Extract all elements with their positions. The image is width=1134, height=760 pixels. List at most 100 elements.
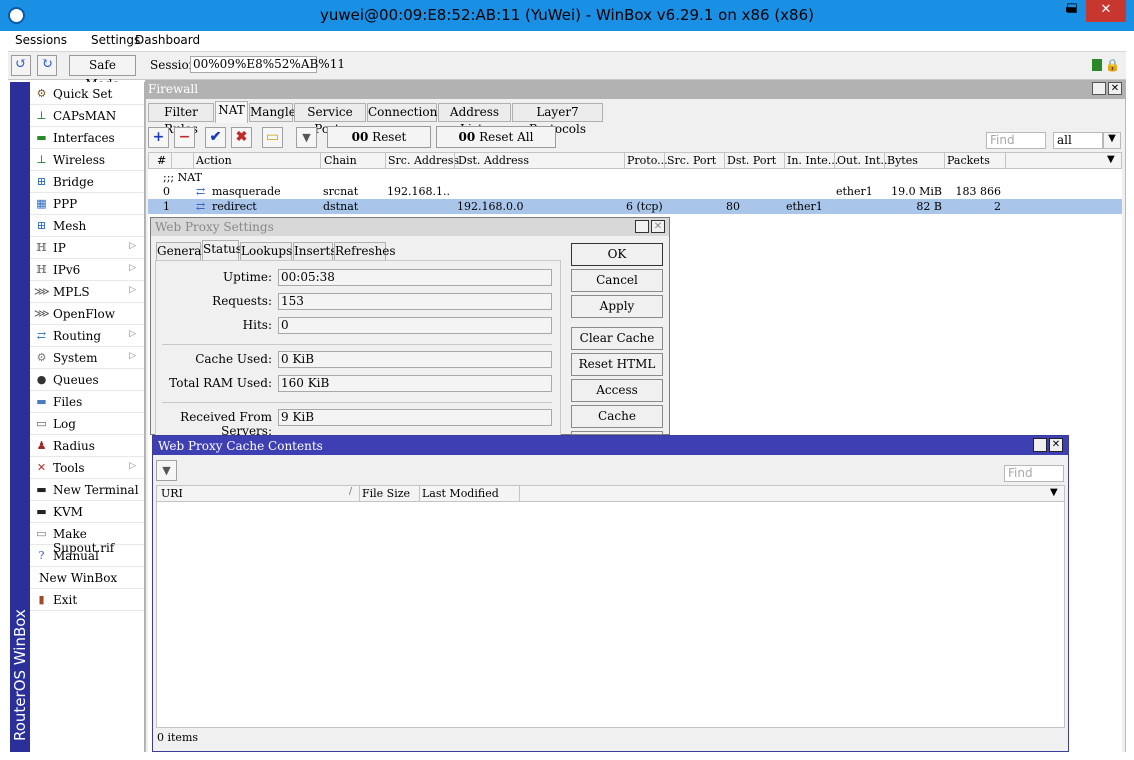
firewall-close-icon[interactable]: ✕ <box>1108 82 1122 95</box>
menu-sessions[interactable]: Sessions <box>15 33 67 47</box>
sidebar-item-manual[interactable]: ? Manual <box>30 545 144 567</box>
sidebar-item-capsman[interactable]: ⊥ CAPsMAN <box>30 105 144 127</box>
sidebar-item-ipv6[interactable]: ℍ IPv6 ▷ <box>30 259 144 281</box>
reset-all-counters-button[interactable]: 00 Reset All Counters <box>436 126 556 164</box>
enable-icon[interactable]: ✔ <box>205 127 226 148</box>
safe-mode-button[interactable]: Safe Mode <box>69 55 136 91</box>
table-row-comment[interactable]: ;;; NAT <box>148 170 1122 185</box>
disable-icon[interactable]: ✖ <box>231 127 252 148</box>
menu-settings[interactable]: Settings <box>91 33 140 47</box>
columns-menu-icon[interactable]: ▼ <box>1107 154 1115 165</box>
firewall-filter-select[interactable]: all <box>1053 132 1103 149</box>
cell-dport: 80 <box>726 200 740 213</box>
access-button[interactable]: Access <box>571 379 663 402</box>
sidebar-item-mesh[interactable]: ⊞ Mesh <box>30 215 144 237</box>
redo-button[interactable]: ↻ <box>37 55 57 76</box>
cache-filter-icon[interactable]: ▼ <box>156 460 177 481</box>
tab-mangle[interactable]: Mangle <box>249 103 296 122</box>
cache-contents-restore-icon[interactable] <box>1033 438 1047 452</box>
reset-counters-button[interactable]: 00 Reset Counters <box>327 126 431 164</box>
sidebar-item-log[interactable]: ▭ Log <box>30 413 144 435</box>
sidebar-item-interfaces[interactable]: ▬ Interfaces <box>30 127 144 149</box>
sidebar-item-kvm[interactable]: ▬ KVM <box>30 501 144 523</box>
col-num[interactable]: # <box>157 154 166 167</box>
sidebar-item-label: System <box>53 351 98 365</box>
remove-icon[interactable]: − <box>174 127 195 148</box>
cache-button[interactable]: Cache <box>571 405 663 428</box>
clear-cache-button[interactable]: Clear Cache <box>571 327 663 350</box>
sidebar-item-mpls[interactable]: ⋙ MPLS ▷ <box>30 281 144 303</box>
col-dst-address[interactable]: Dst. Address <box>458 154 529 167</box>
sort-icon: / <box>349 487 353 497</box>
sidebar-item-openflow[interactable]: ⋙ OpenFlow <box>30 303 144 325</box>
sidebar-item-ppp[interactable]: ▦ PPP <box>30 193 144 215</box>
session-field[interactable]: 00%09%E8%52%AB%11 <box>190 56 345 73</box>
close-button[interactable]: ✕ <box>1086 0 1126 22</box>
ok-button[interactable]: OK <box>571 243 663 266</box>
col-action[interactable]: Action <box>196 154 232 167</box>
col-src-port[interactable]: Src. Port <box>667 154 716 167</box>
cache-find-input[interactable]: Find <box>1004 465 1064 482</box>
ipv6-icon: ℍ <box>36 263 47 276</box>
undo-button[interactable]: ↺ <box>11 55 31 76</box>
table-row[interactable]: 1 redirect dstnat 192.168.0.0 6 (tcp) 80 ether… <box>148 199 1122 214</box>
cache-contents-close-icon[interactable]: ✕ <box>1049 438 1063 452</box>
sidebar-item-bridge[interactable]: ⊞ Bridge <box>30 171 144 193</box>
sidebar-item-tools[interactable]: ✕ Tools ▷ <box>30 457 144 479</box>
col-out-interface[interactable]: Out. Int... <box>837 154 891 167</box>
sidebar-item-ip[interactable]: ℍ IP ▷ <box>30 237 144 259</box>
col-bytes[interactable]: Bytes <box>887 154 918 167</box>
sidebar-item-new-terminal[interactable]: ▬ New Terminal <box>30 479 144 501</box>
filter-icon[interactable]: ▼ <box>296 127 317 148</box>
sidebar-item-routing[interactable]: ⇄ Routing ▷ <box>30 325 144 347</box>
tab-layer7-protocols[interactable]: Layer7 Protocols <box>512 103 603 136</box>
menu-dashboard[interactable]: Dashboard <box>135 33 200 47</box>
sidebar-item-make-supout-rif[interactable]: ▭ Make Supout.rif <box>30 523 144 555</box>
comment-icon[interactable]: ▭ <box>262 127 283 148</box>
firewall-find-input[interactable]: Find <box>986 132 1046 149</box>
col-dst-port[interactable]: Dst. Port <box>727 154 776 167</box>
col-chain[interactable]: Chain <box>324 154 357 167</box>
apply-button[interactable]: Apply <box>571 295 663 318</box>
proxy-settings-restore-icon[interactable] <box>635 220 649 233</box>
sidebar-item-system[interactable]: ⚙ System ▷ <box>30 347 144 369</box>
cache-item-count: 0 items <box>157 731 199 744</box>
sidebar-item-wireless[interactable]: ⊥ Wireless <box>30 149 144 171</box>
sidebar-item-exit[interactable]: ▮ Exit <box>30 589 144 611</box>
reset-html-button[interactable]: Reset HTML <box>571 353 663 376</box>
proxy-tab-refreshes[interactable]: Refreshes <box>334 242 396 261</box>
col-file-size[interactable]: File Size <box>362 487 410 500</box>
sidebar-item-radius[interactable]: ♟ Radius <box>30 435 144 457</box>
col-last-modified[interactable]: Last Modified <box>422 487 499 500</box>
cancel-button[interactable]: Cancel <box>571 269 663 292</box>
filter-dropdown-icon[interactable]: ▼ <box>1103 132 1121 149</box>
proxy-tab-lookups[interactable]: Lookups <box>240 242 292 261</box>
tab-service-ports[interactable]: Service Ports <box>294 103 366 136</box>
tab-filter-rules[interactable]: Filter Rules <box>148 103 214 136</box>
tab-nat[interactable]: NAT <box>215 101 248 123</box>
sidebar-item-queues[interactable]: ● Queues <box>30 369 144 391</box>
add-icon[interactable]: + <box>148 127 169 148</box>
cache-columns-menu-icon[interactable]: ▼ <box>1050 487 1058 498</box>
lock-icon: 🔒 <box>1105 58 1120 72</box>
proxy-settings-close-icon[interactable]: ✕ <box>651 220 665 233</box>
tab-address-lists[interactable]: Address Lists <box>438 103 511 136</box>
table-row[interactable]: 0 masquerade srcnat 192.168.1.... ether1 19.0… <box>148 184 1122 199</box>
firewall-restore-icon[interactable] <box>1092 82 1106 95</box>
cell-chain: srcnat <box>323 185 359 198</box>
sidebar-item-quick-set[interactable]: ⚙ Quick Set <box>30 83 144 105</box>
sidebar-item-files[interactable]: ▬ Files <box>30 391 144 413</box>
proxy-tab-inserts[interactable]: Inserts <box>293 242 336 261</box>
maximize-button[interactable]: ☐ <box>1058 0 1086 22</box>
col-packets[interactable]: Packets <box>947 154 990 167</box>
col-src-address[interactable]: Src. Address <box>388 154 459 167</box>
submenu-arrow-icon: ▷ <box>129 263 136 273</box>
col-uri[interactable]: URI <box>161 487 183 500</box>
tab-connections[interactable]: Connections <box>367 103 443 122</box>
proxy-tab-general[interactable]: General <box>156 242 205 261</box>
col-in-interface[interactable]: In. Inte... <box>787 154 838 167</box>
sidebar-item-new-winbox[interactable]: New WinBox <box>30 567 144 589</box>
cell-src: 192.168.1.... <box>387 185 451 198</box>
col-protocol[interactable]: Proto... <box>627 154 668 167</box>
proxy-tab-status[interactable]: Status <box>202 240 242 261</box>
